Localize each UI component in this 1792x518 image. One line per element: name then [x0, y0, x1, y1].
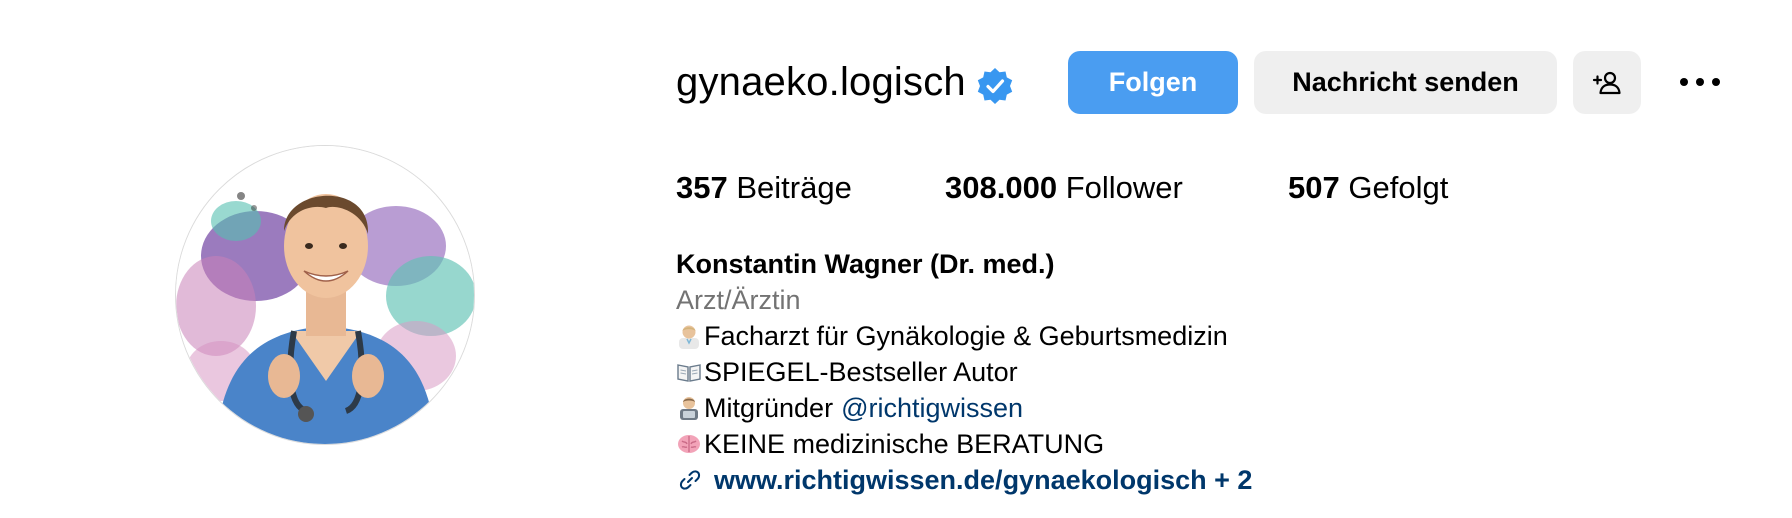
stat-posts: 357 Beiträge [676, 166, 852, 210]
send-message-button[interactable]: Nachricht senden [1254, 51, 1557, 114]
profile-bio: Konstantin Wagner (Dr. med.) Arzt/Ärztin… [676, 246, 1252, 498]
stat-followers[interactable]: 308.000 Follower [945, 166, 1183, 210]
bio-full-name: Konstantin Wagner (Dr. med.) [676, 249, 1055, 279]
avatar[interactable] [175, 145, 475, 445]
bio-line2-text: SPIEGEL-Bestseller Autor [704, 357, 1018, 387]
followers-label: Follower [1065, 170, 1183, 205]
person-plus-icon [1592, 71, 1621, 94]
bio-line4-text: KEINE medizinische BERATUNG [704, 429, 1105, 459]
verified-badge-icon [977, 68, 1013, 104]
following-count: 507 [1288, 170, 1340, 205]
bio-line3-prefix: Mitgründer [704, 393, 834, 423]
bio-line-cofounder: Mitgründer @richtigwissen [676, 390, 1252, 426]
bio-line-specialty: Facharzt für Gynäkologie & Geburtsmedizi… [676, 318, 1252, 354]
link-icon [679, 470, 701, 490]
more-dot [1712, 78, 1720, 86]
bio-line-author: SPIEGEL-Bestseller Autor [676, 354, 1252, 390]
follow-button[interactable]: Folgen [1068, 51, 1238, 114]
bio-category: Arzt/Ärztin [676, 285, 801, 315]
more-options-button[interactable] [1672, 62, 1728, 102]
bio-link-text[interactable]: www.richtigwissen.de/gynaekologisch + 2 [714, 462, 1252, 498]
mention-link[interactable]: @richtigwissen [841, 390, 1023, 426]
stat-following[interactable]: 507 Gefolgt [1288, 166, 1448, 210]
posts-count: 357 [676, 170, 728, 205]
brain-emoji-icon [678, 435, 700, 453]
open-book-emoji-icon [677, 364, 701, 382]
more-dots-icon [1680, 78, 1688, 86]
following-label: Gefolgt [1348, 170, 1449, 205]
doctor-emoji-icon [679, 325, 699, 349]
posts-label: Beiträge [736, 170, 852, 205]
bio-line-disclaimer: KEINE medizinische BERATUNG [676, 426, 1252, 462]
bio-line1-text: Facharzt für Gynäkologie & Geburtsmedizi… [704, 321, 1228, 351]
avatar-image [176, 146, 474, 444]
profile-username: gynaeko.logisch [676, 60, 966, 104]
suggest-similar-accounts-button[interactable] [1573, 51, 1641, 114]
technologist-emoji-icon [680, 397, 698, 420]
bio-external-link[interactable]: www.richtigwissen.de/gynaekologisch + 2 [676, 462, 1252, 498]
more-dot [1696, 78, 1704, 86]
followers-count: 308.000 [945, 170, 1058, 205]
